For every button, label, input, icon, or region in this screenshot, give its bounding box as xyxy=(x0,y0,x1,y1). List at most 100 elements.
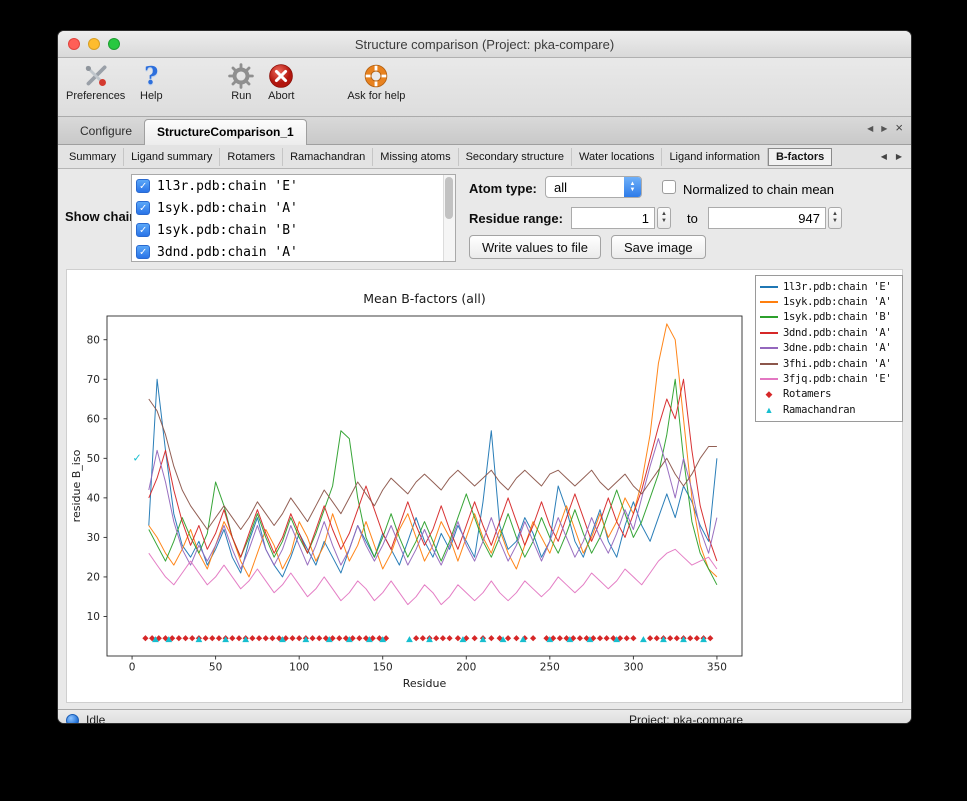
legend-item: 3fjq.pdb:chain 'E' xyxy=(760,371,898,386)
chain-label: 1syk.pdb:chain 'B' xyxy=(157,223,298,238)
chain-list-item[interactable]: ✓ 1l3r.pdb:chain 'E' xyxy=(132,175,455,197)
svg-text:150: 150 xyxy=(373,662,393,674)
svg-text:80: 80 xyxy=(87,334,100,346)
run-button[interactable]: Run xyxy=(227,62,255,102)
subtab-water-locations[interactable]: Water locations xyxy=(572,148,662,166)
title-bar: Structure comparison (Project: pka-compa… xyxy=(58,31,911,58)
legend-line-sample xyxy=(760,301,778,303)
subtab-secondary-structure[interactable]: Secondary structure xyxy=(459,148,572,166)
residue-to-stepper[interactable]: ▲▼ xyxy=(828,207,842,229)
normalized-label: Normalized to chain mean xyxy=(683,182,834,197)
subtab-missing-atoms[interactable]: Missing atoms xyxy=(373,148,458,166)
legend-item: ▲Ramachandran xyxy=(760,402,898,417)
tab-forward-icon[interactable]: ▶ xyxy=(881,124,887,133)
chain-list-scrollbar[interactable] xyxy=(443,175,455,261)
checkbox-checked-icon[interactable]: ✓ xyxy=(136,223,150,237)
legend-line-sample xyxy=(760,316,778,318)
tab-configure[interactable]: Configure xyxy=(68,119,144,144)
subtab-ligand-summary[interactable]: Ligand summary xyxy=(124,148,220,166)
chart-legend: 1l3r.pdb:chain 'E' 1syk.pdb:chain 'A' 1syk… xyxy=(755,275,903,422)
residue-from-stepper[interactable]: ▲▼ xyxy=(657,207,671,229)
window-title: Structure comparison (Project: pka-compa… xyxy=(355,37,614,52)
tab-close-icon[interactable]: × xyxy=(895,123,903,133)
checkbox-checked-icon[interactable]: ✓ xyxy=(136,179,150,193)
zoom-window-button[interactable] xyxy=(108,38,120,50)
chain-list-item[interactable]: ✓ 1syk.pdb:chain 'B' xyxy=(132,219,455,241)
chart-area: 0501001502002503003501020304050607080Mea… xyxy=(58,269,911,709)
status-dot-icon xyxy=(66,714,79,725)
legend-label: 3fjq.pdb:chain 'E' xyxy=(783,373,891,385)
svg-text:250: 250 xyxy=(540,662,560,674)
checkbox-checked-icon[interactable]: ✓ xyxy=(136,245,150,259)
subtab-rotamers[interactable]: Rotamers xyxy=(220,148,283,166)
chart-panel: 0501001502002503003501020304050607080Mea… xyxy=(66,269,903,703)
run-gear-icon xyxy=(227,62,255,90)
legend-line-sample xyxy=(760,347,778,349)
subtab-ramachandran[interactable]: Ramachandran xyxy=(283,148,373,166)
traffic-lights xyxy=(68,38,120,50)
svg-text:Residue: Residue xyxy=(403,677,447,690)
help-button[interactable]: ? Help xyxy=(137,62,165,102)
atom-type-value: all xyxy=(546,180,624,195)
minimize-window-button[interactable] xyxy=(88,38,100,50)
help-label: Help xyxy=(140,90,163,102)
legend-item: 3fhi.pdb:chain 'A' xyxy=(760,356,898,371)
save-image-button[interactable]: Save image xyxy=(611,235,706,259)
svg-text:60: 60 xyxy=(87,413,100,425)
subtab-b-factors[interactable]: B-factors xyxy=(768,148,832,166)
sub-tab-nav: ◀ ▶ xyxy=(872,152,911,161)
legend-item: 1l3r.pdb:chain 'E' xyxy=(760,279,898,294)
status-text: Idle xyxy=(86,713,105,724)
help-question-icon: ? xyxy=(137,62,165,90)
tab-structurecomparison-1[interactable]: StructureComparison_1 xyxy=(144,119,307,145)
normalized-checkbox[interactable] xyxy=(662,180,676,194)
ask-for-help-button[interactable]: Ask for help xyxy=(347,62,405,102)
legend-label: Rotamers xyxy=(783,388,831,400)
subtab-ligand-information[interactable]: Ligand information xyxy=(662,148,768,166)
subtab-forward-icon[interactable]: ▶ xyxy=(896,152,902,161)
legend-line-sample xyxy=(760,286,778,288)
legend-label: 1syk.pdb:chain 'A' xyxy=(783,296,891,308)
legend-label: 1syk.pdb:chain 'B' xyxy=(783,311,891,323)
residue-from-input[interactable] xyxy=(571,207,655,229)
toolbar: Preferences ? Help Run xyxy=(58,58,911,117)
legend-item: 3dne.pdb:chain 'A' xyxy=(760,341,898,356)
legend-item: 3dnd.pdb:chain 'A' xyxy=(760,325,898,340)
abort-button[interactable]: Abort xyxy=(267,62,295,102)
legend-item: ◆Rotamers xyxy=(760,387,898,402)
svg-text:50: 50 xyxy=(87,453,100,465)
chain-list-item[interactable]: ✓ 1syk.pdb:chain 'A' xyxy=(132,197,455,219)
chain-list[interactable]: ✓ 1l3r.pdb:chain 'E' ✓ 1syk.pdb:chain 'A… xyxy=(131,174,456,262)
legend-label: 3fhi.pdb:chain 'A' xyxy=(783,358,891,370)
subtab-back-icon[interactable]: ◀ xyxy=(881,152,887,161)
checkbox-checked-icon[interactable]: ✓ xyxy=(136,201,150,215)
ask-for-help-label: Ask for help xyxy=(347,90,405,102)
close-window-button[interactable] xyxy=(68,38,80,50)
svg-text:0: 0 xyxy=(129,662,136,674)
run-label: Run xyxy=(231,90,251,102)
svg-text:350: 350 xyxy=(707,662,727,674)
scrollbar-thumb[interactable] xyxy=(445,177,453,219)
residue-to-input[interactable] xyxy=(708,207,826,229)
app-window: Structure comparison (Project: pka-compa… xyxy=(57,30,912,724)
svg-text:residue B_iso: residue B_iso xyxy=(70,449,83,522)
atom-type-dropdown[interactable]: all ▲▼ xyxy=(545,176,642,198)
chain-label: 1l3r.pdb:chain 'E' xyxy=(157,179,298,194)
chain-list-item[interactable]: ✓ 3dnd.pdb:chain 'A' xyxy=(132,241,455,262)
chain-label: 3dnd.pdb:chain 'A' xyxy=(157,245,298,260)
preferences-button[interactable]: Preferences xyxy=(66,62,125,102)
svg-text:70: 70 xyxy=(87,374,100,386)
legend-label: 1l3r.pdb:chain 'E' xyxy=(783,281,891,293)
legend-label: Ramachandran xyxy=(783,404,855,416)
status-bar: Idle Project: pka-compare xyxy=(58,709,911,724)
residue-range-label: Residue range: xyxy=(469,211,563,226)
legend-item: 1syk.pdb:chain 'A' xyxy=(760,294,898,309)
controls-panel: Show chains: ✓ 1l3r.pdb:chain 'E' ✓ 1syk… xyxy=(58,169,911,269)
write-values-button[interactable]: Write values to file xyxy=(469,235,601,259)
subtab-summary[interactable]: Summary xyxy=(62,148,124,166)
life-ring-icon xyxy=(362,62,390,90)
svg-text:✓: ✓ xyxy=(132,451,141,464)
tab-back-icon[interactable]: ◀ xyxy=(867,124,873,133)
svg-text:10: 10 xyxy=(87,611,100,623)
dropdown-arrows-icon: ▲▼ xyxy=(624,177,641,197)
